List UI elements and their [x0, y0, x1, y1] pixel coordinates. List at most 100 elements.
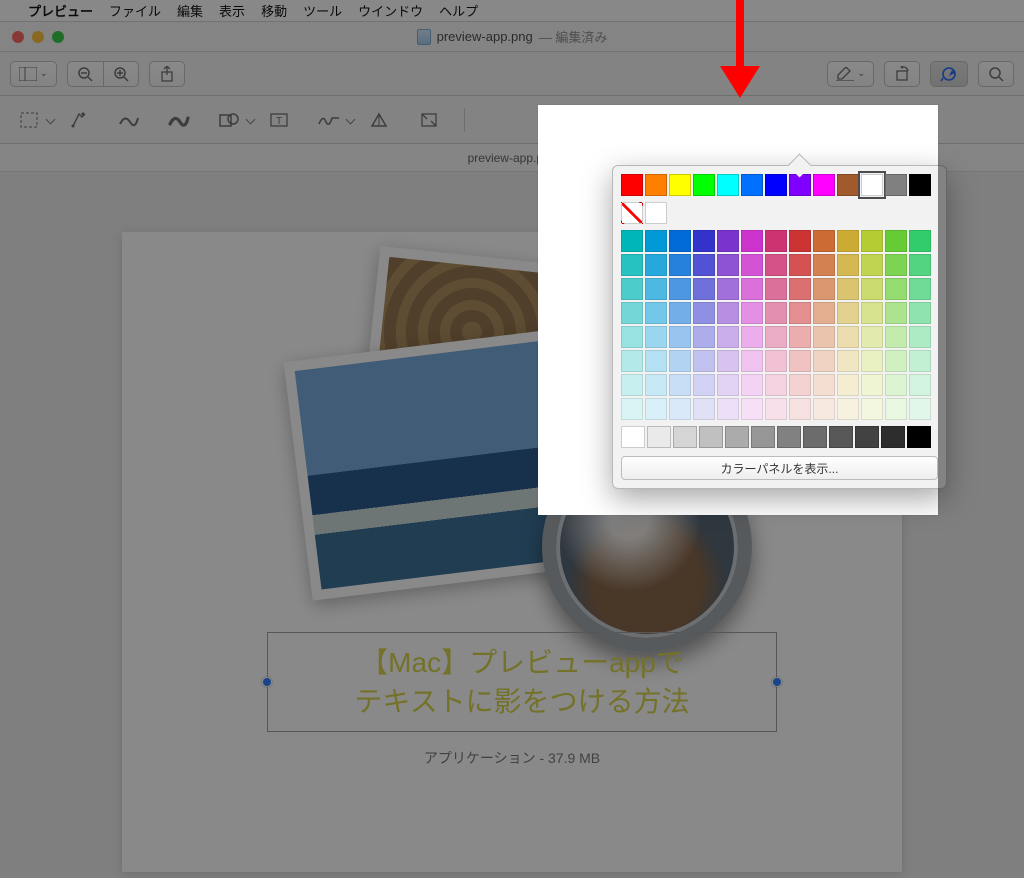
- grid-swatch[interactable]: [885, 326, 907, 348]
- shapes-button[interactable]: [214, 107, 244, 133]
- grid-swatch[interactable]: [861, 278, 883, 300]
- grid-swatch[interactable]: [813, 278, 835, 300]
- grid-swatch[interactable]: [741, 374, 763, 396]
- grid-swatch[interactable]: [717, 326, 739, 348]
- selection-tool-button[interactable]: [14, 107, 44, 133]
- grid-swatch[interactable]: [885, 254, 907, 276]
- grid-swatch[interactable]: [693, 350, 715, 372]
- grid-swatch[interactable]: [669, 398, 691, 420]
- grid-swatch[interactable]: [741, 350, 763, 372]
- grid-swatch[interactable]: [885, 374, 907, 396]
- grid-swatch[interactable]: [813, 398, 835, 420]
- grid-swatch[interactable]: [861, 230, 883, 252]
- grid-swatch[interactable]: [741, 326, 763, 348]
- grid-swatch[interactable]: [645, 350, 667, 372]
- text-button[interactable]: T: [264, 107, 294, 133]
- gray-swatch[interactable]: [855, 426, 879, 448]
- signature-button[interactable]: [314, 107, 344, 133]
- grid-swatch[interactable]: [669, 374, 691, 396]
- menu-app[interactable]: プレビュー: [28, 1, 93, 20]
- grid-swatch[interactable]: [789, 230, 811, 252]
- grid-swatch[interactable]: [621, 302, 643, 324]
- markup-mode-button[interactable]: [930, 61, 968, 87]
- grid-swatch[interactable]: [741, 278, 763, 300]
- grid-swatch[interactable]: [861, 302, 883, 324]
- grid-swatch[interactable]: [765, 302, 787, 324]
- grid-swatch[interactable]: [717, 230, 739, 252]
- grid-swatch[interactable]: [693, 374, 715, 396]
- grid-swatch[interactable]: [693, 326, 715, 348]
- grid-swatch[interactable]: [621, 326, 643, 348]
- primary-swatch[interactable]: [789, 174, 811, 196]
- grid-swatch[interactable]: [645, 302, 667, 324]
- grid-swatch[interactable]: [813, 326, 835, 348]
- zoom-window-button[interactable]: [52, 31, 64, 43]
- grid-swatch[interactable]: [837, 398, 859, 420]
- show-color-panel-button[interactable]: カラーパネルを表示...: [621, 456, 938, 480]
- grid-swatch[interactable]: [909, 278, 931, 300]
- grid-swatch[interactable]: [621, 254, 643, 276]
- grid-swatch[interactable]: [717, 374, 739, 396]
- grid-swatch[interactable]: [885, 398, 907, 420]
- grid-swatch[interactable]: [741, 230, 763, 252]
- grid-swatch[interactable]: [669, 254, 691, 276]
- primary-swatch[interactable]: [837, 174, 859, 196]
- grid-swatch[interactable]: [789, 302, 811, 324]
- grid-swatch[interactable]: [765, 230, 787, 252]
- gray-swatch[interactable]: [751, 426, 775, 448]
- grid-swatch[interactable]: [909, 350, 931, 372]
- grid-swatch[interactable]: [765, 350, 787, 372]
- draw-button[interactable]: [164, 107, 194, 133]
- grid-swatch[interactable]: [645, 374, 667, 396]
- grid-swatch[interactable]: [645, 278, 667, 300]
- grid-swatch[interactable]: [885, 350, 907, 372]
- grid-swatch[interactable]: [645, 398, 667, 420]
- primary-swatch[interactable]: [909, 174, 931, 196]
- grid-swatch[interactable]: [789, 278, 811, 300]
- grid-swatch[interactable]: [861, 326, 883, 348]
- gray-swatch[interactable]: [699, 426, 723, 448]
- text-annotation-selected[interactable]: 【Mac】プレビューappでテキストに影をつける方法: [267, 632, 777, 732]
- gray-swatch[interactable]: [621, 426, 645, 448]
- grid-swatch[interactable]: [813, 350, 835, 372]
- primary-swatch[interactable]: [741, 174, 763, 196]
- grid-swatch[interactable]: [837, 302, 859, 324]
- grid-swatch[interactable]: [909, 326, 931, 348]
- primary-swatch[interactable]: [669, 174, 691, 196]
- grid-swatch[interactable]: [837, 374, 859, 396]
- grid-swatch[interactable]: [669, 230, 691, 252]
- grid-swatch[interactable]: [717, 398, 739, 420]
- grid-swatch[interactable]: [885, 278, 907, 300]
- grid-swatch[interactable]: [741, 398, 763, 420]
- no-fill-swatch[interactable]: [621, 202, 643, 224]
- grid-swatch[interactable]: [765, 398, 787, 420]
- grid-swatch[interactable]: [789, 326, 811, 348]
- grid-swatch[interactable]: [669, 302, 691, 324]
- grid-swatch[interactable]: [765, 254, 787, 276]
- grid-swatch[interactable]: [693, 398, 715, 420]
- grid-swatch[interactable]: [645, 326, 667, 348]
- zoom-in-button[interactable]: [103, 61, 139, 87]
- grid-swatch[interactable]: [693, 278, 715, 300]
- grid-swatch[interactable]: [813, 254, 835, 276]
- grid-swatch[interactable]: [717, 254, 739, 276]
- grid-swatch[interactable]: [717, 350, 739, 372]
- grid-swatch[interactable]: [789, 350, 811, 372]
- gray-swatch[interactable]: [907, 426, 931, 448]
- grid-swatch[interactable]: [861, 254, 883, 276]
- sketch-button[interactable]: [114, 107, 144, 133]
- grid-swatch[interactable]: [861, 398, 883, 420]
- grid-swatch[interactable]: [885, 302, 907, 324]
- primary-swatch[interactable]: [717, 174, 739, 196]
- grid-swatch[interactable]: [861, 350, 883, 372]
- grid-swatch[interactable]: [621, 350, 643, 372]
- grid-swatch[interactable]: [909, 254, 931, 276]
- grid-swatch[interactable]: [645, 230, 667, 252]
- grid-swatch[interactable]: [837, 350, 859, 372]
- gray-swatch[interactable]: [829, 426, 853, 448]
- adjust-color-button[interactable]: [364, 107, 394, 133]
- grid-swatch[interactable]: [621, 230, 643, 252]
- gray-swatch[interactable]: [725, 426, 749, 448]
- grid-swatch[interactable]: [765, 326, 787, 348]
- selection-handle-left[interactable]: [262, 677, 272, 687]
